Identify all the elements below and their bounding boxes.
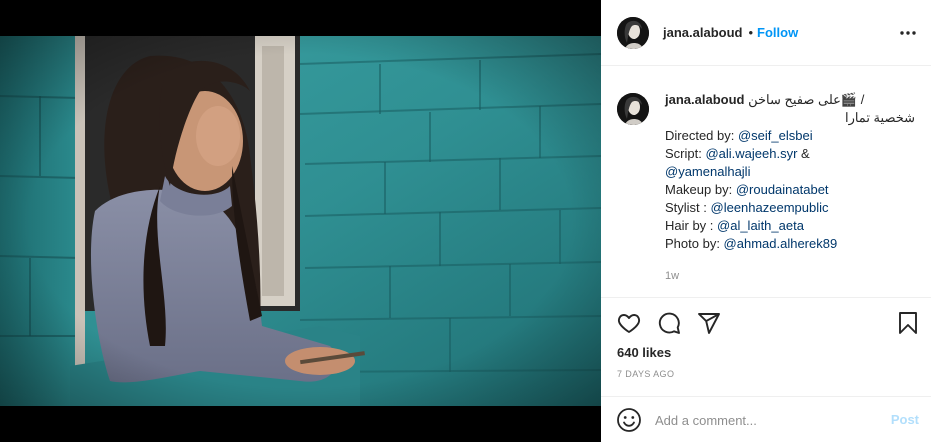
mention-link[interactable]: @seif_elsbei — [738, 128, 813, 143]
post-photo[interactable] — [0, 36, 601, 406]
header-username[interactable]: jana.alaboud — [663, 25, 742, 40]
heart-icon[interactable] — [616, 310, 642, 336]
mention-link[interactable]: @roudainatabet — [736, 182, 829, 197]
bookmark-icon[interactable] — [895, 310, 921, 336]
mention-link[interactable]: @ali.wajeeh.syr — [705, 146, 797, 161]
comment-bar: Post — [601, 396, 931, 442]
more-options-icon[interactable] — [899, 24, 917, 42]
credit-label: Stylist : — [665, 200, 711, 215]
follow-button[interactable]: Follow — [757, 25, 798, 40]
credit-line: Makeup by: @roudainatabet — [665, 181, 915, 199]
caption-first-line: jana.alaboud / 🎬على صفيح ساخن — [665, 91, 915, 109]
credit-suffix: & — [797, 146, 810, 161]
credit-line: Photo by: @ahmad.alherek89 — [665, 235, 915, 253]
mention-link[interactable]: @leenhazeempublic — [711, 200, 829, 215]
caption-second-line: شخصية تمارا — [844, 110, 915, 125]
media-pane — [0, 0, 601, 442]
likes-count[interactable]: 640 likes — [617, 345, 671, 360]
avatar[interactable] — [617, 16, 649, 49]
post-details-panel: jana.alaboud • Follow jana.alaboud / 🎬عل… — [601, 0, 931, 442]
post-modal: jana.alaboud • Follow jana.alaboud / 🎬عل… — [0, 0, 931, 442]
caption: jana.alaboud / 🎬على صفيح ساخن شخصية تمار… — [617, 91, 917, 285]
credit-label: Directed by: — [665, 128, 738, 143]
caption-timestamp[interactable]: 1w — [665, 267, 915, 285]
caption-text: jana.alaboud / 🎬على صفيح ساخن شخصية تمار… — [665, 91, 915, 285]
header-separator: • — [748, 25, 754, 40]
post-header: jana.alaboud • Follow — [601, 0, 931, 66]
avatar-image — [617, 16, 649, 49]
comment-input[interactable] — [655, 409, 875, 431]
mention-link[interactable]: @ahmad.alherek89 — [724, 236, 838, 251]
comment-icon[interactable] — [656, 310, 682, 336]
smiley-icon[interactable] — [616, 407, 642, 433]
credit-label: Hair by : — [665, 218, 718, 233]
credit-line: Directed by: @seif_elsbei — [665, 127, 915, 145]
post-age[interactable]: 7 DAYS AGO — [617, 369, 674, 379]
credit-label: Photo by: — [665, 236, 724, 251]
credit-label: Makeup by: — [665, 182, 736, 197]
caption-avatar[interactable] — [617, 93, 649, 125]
mention-link[interactable]: @yamenalhajli — [665, 164, 750, 179]
credit-line: @yamenalhajli — [665, 163, 915, 181]
post-photo-image — [0, 36, 601, 406]
caption-title: / 🎬على صفيح ساخن — [748, 92, 865, 107]
caption-username[interactable]: jana.alaboud — [665, 92, 744, 107]
credit-line: Stylist : @leenhazeempublic — [665, 199, 915, 217]
post-comment-button[interactable]: Post — [891, 412, 919, 427]
credit-label: Script: — [665, 146, 706, 161]
caption-avatar-image — [617, 93, 649, 125]
share-icon[interactable] — [696, 310, 722, 336]
action-bar — [601, 297, 931, 349]
credit-line: Hair by : @al_laith_aeta — [665, 217, 915, 235]
credit-line: Script: @ali.wajeeh.syr & — [665, 145, 915, 163]
mention-link[interactable]: @al_laith_aeta — [717, 218, 804, 233]
